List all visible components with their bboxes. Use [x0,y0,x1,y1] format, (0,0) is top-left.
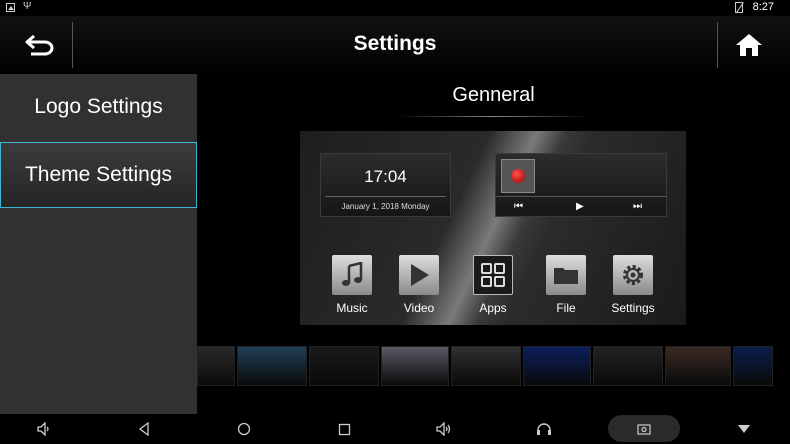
page-title: Settings [353,32,437,55]
status-bar: Ψ 8:27 [0,0,790,16]
no-sim-icon [734,1,743,13]
home-circle-icon [237,422,251,436]
title-bar: Settings [0,16,790,74]
grid-icon [473,255,513,295]
sidebar-item-label: Logo Settings [34,95,163,118]
preview-app-music: Music [322,255,382,315]
theme-thumbnail-strip [197,346,790,386]
gear-icon [613,255,653,295]
screenshot-button[interactable] [608,415,680,442]
theme-thumbnail[interactable] [665,346,731,386]
image-icon [6,2,15,12]
preview-app-apps: Apps [463,255,523,315]
folder-icon [546,255,586,295]
theme-thumbnail[interactable] [309,346,379,386]
clock-time: 17:04 [364,167,407,186]
theme-thumbnail[interactable] [523,346,591,386]
theme-thumbnail[interactable] [733,346,773,386]
theme-thumbnail[interactable] [197,346,235,386]
music-note-icon [332,255,372,295]
home-icon [736,34,762,56]
music-divider [496,196,666,197]
theme-preview[interactable]: 17:04 January 1, 2018 Monday ⏮ ▶ ⏭ Music… [300,131,686,325]
preview-app-file: File [536,255,596,315]
app-label: Music [336,301,368,315]
app-label: File [556,301,576,315]
main-panel: Genneral 17:04 January 1, 2018 Monday ⏮ … [197,74,790,414]
clock-widget: 17:04 January 1, 2018 Monday [320,153,451,217]
clock-date: January 1, 2018 Monday [341,202,430,211]
theme-thumbnail[interactable] [237,346,307,386]
recents-icon [338,423,350,435]
home-button[interactable] [730,28,768,62]
previous-icon: ⏮ [514,201,523,212]
nav-recents-button[interactable] [334,420,354,438]
preview-app-settings: Settings [603,255,663,315]
album-art [501,159,535,193]
title-divider-right [717,22,718,68]
volume-down-icon [37,422,49,436]
play-icon [399,255,439,295]
volume-up-icon [436,422,451,436]
record-icon [511,169,525,183]
sidebar-item-logo-settings[interactable]: Logo Settings [0,74,197,140]
music-widget: ⏮ ▶ ⏭ [495,153,667,217]
headset-icon [537,423,551,435]
hide-bar-icon [738,425,750,433]
nav-bar [0,414,790,444]
section-title: Genneral [197,84,790,117]
clock-divider [325,196,446,197]
app-label: Apps [479,301,507,315]
app-label: Video [403,301,435,315]
nav-home-button[interactable] [234,420,254,438]
nav-back-button[interactable] [134,420,154,438]
sidebar: Logo Settings Theme Settings [0,74,197,414]
volume-down-button[interactable] [34,420,54,438]
theme-thumbnail[interactable] [381,346,449,386]
volume-up-button[interactable] [434,420,454,438]
hide-bar-button[interactable] [734,420,754,438]
screenshot-icon [637,423,651,435]
theme-thumbnail[interactable] [593,346,663,386]
preview-app-video: Video [389,255,449,315]
sidebar-item-label: Theme Settings [24,163,173,186]
sidebar-item-theme-settings[interactable]: Theme Settings [0,142,197,208]
app-label: Settings [611,301,655,315]
theme-thumbnail[interactable] [451,346,521,386]
play-icon: ▶ [576,201,584,212]
headset-button[interactable] [534,420,554,438]
back-icon [138,422,149,436]
next-icon: ⏭ [633,201,642,212]
status-time: 8:27 [752,1,774,13]
usb-icon: Ψ [23,1,32,12]
